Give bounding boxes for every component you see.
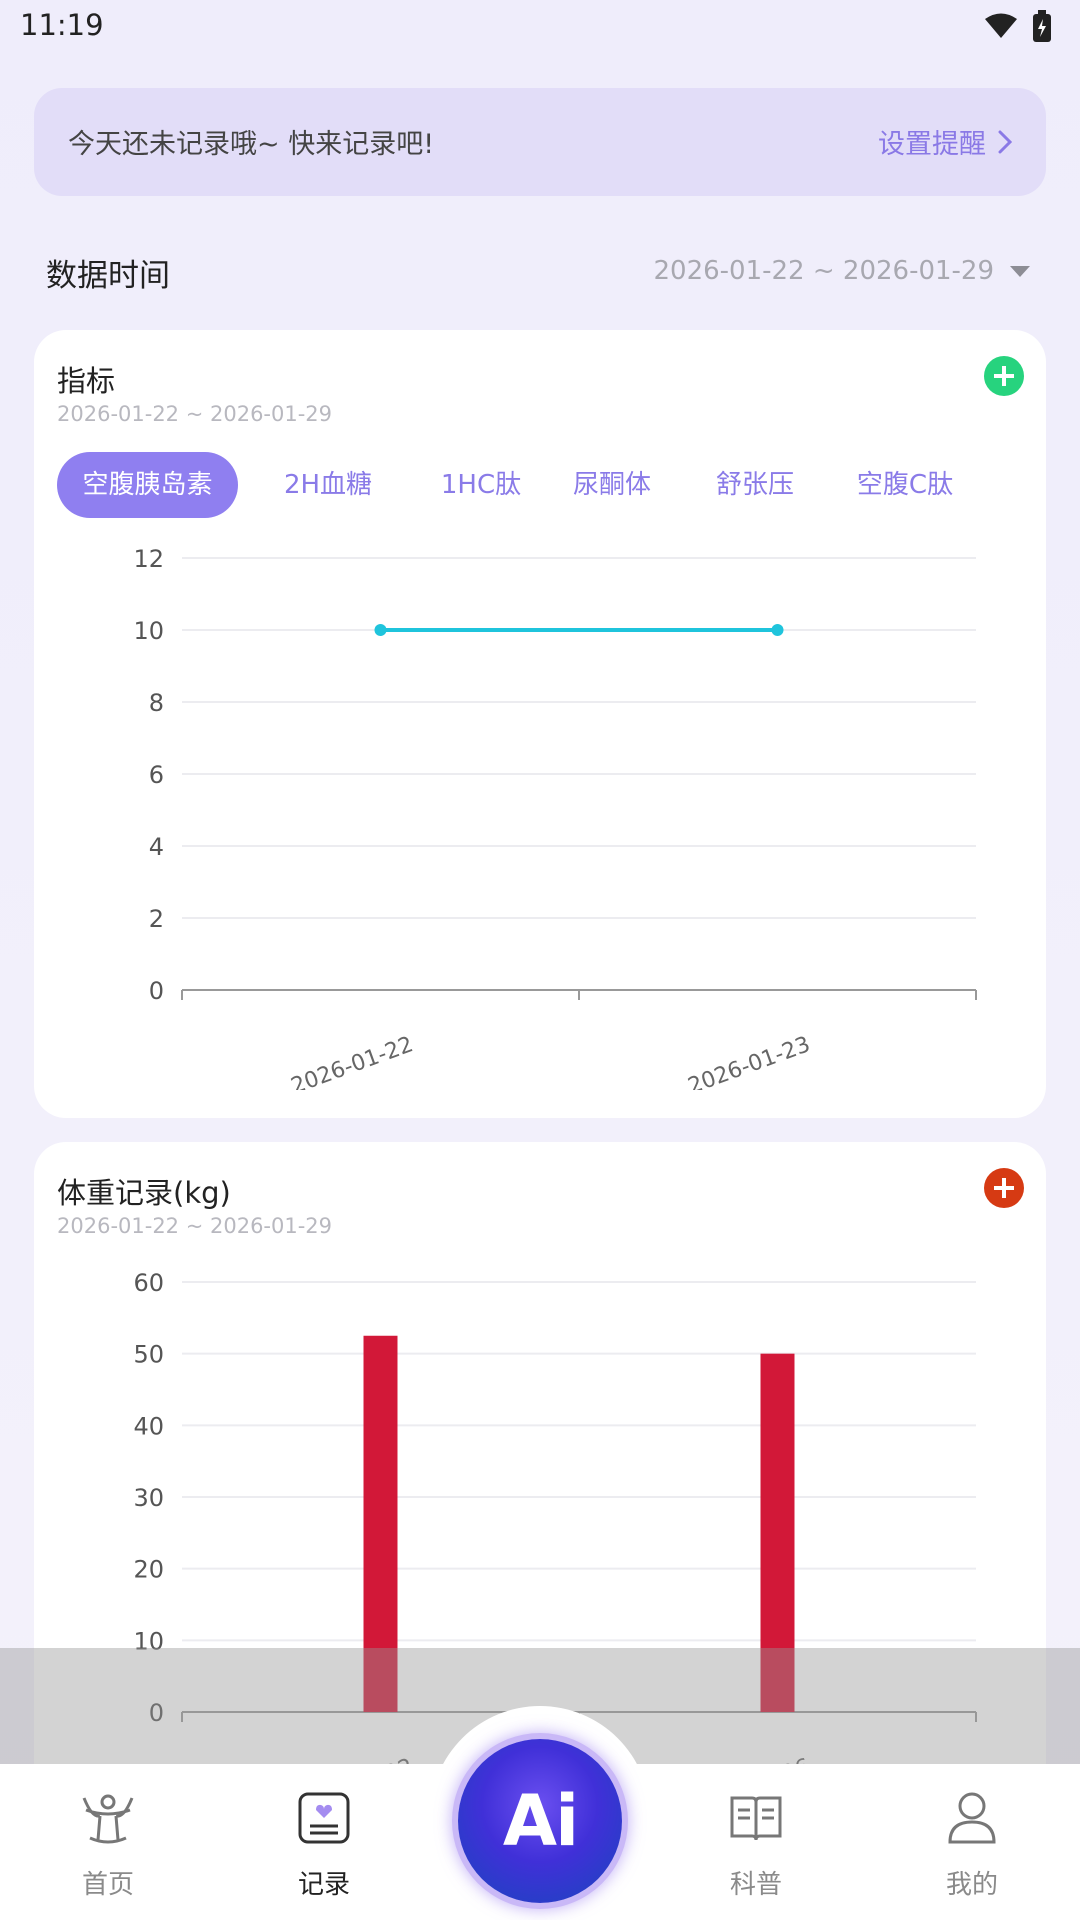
tab-fasting-insulin[interactable]: 空腹胰岛素 — [57, 452, 238, 518]
battery-icon — [1033, 10, 1051, 42]
date-range-value: 2026-01-22 ~ 2026-01-29 — [653, 256, 994, 286]
data-point — [771, 624, 784, 636]
tab-diastolic[interactable]: 舒张压 — [680, 452, 830, 518]
status-time: 11:19 — [20, 8, 104, 42]
tab-1h-c-peptide[interactable]: 1HC肽 — [418, 452, 544, 518]
data-time-label: 数据时间 — [46, 258, 170, 294]
y-tick-label: 50 — [133, 1341, 164, 1369]
y-tick-label: 12 — [133, 545, 164, 573]
x-tick-label: 2026-01-22 — [288, 1032, 417, 1090]
indicators-title: 指标 — [57, 364, 116, 398]
chevron-right-icon — [998, 130, 1012, 153]
y-tick-label: 60 — [133, 1269, 164, 1297]
y-tick-label: 0 — [149, 977, 164, 1005]
tab-2h-glucose[interactable]: 2H血糖 — [238, 452, 418, 518]
indicator-line-chart: 0 2 4 6 8 10 12 2026-01-22 2026-01-23 — [133, 545, 977, 1090]
add-weight-button[interactable] — [984, 1168, 1024, 1208]
nav-item-profile[interactable]: 我的 — [912, 1788, 1032, 1901]
wifi-icon — [985, 13, 1017, 38]
y-tick-label: 6 — [149, 761, 164, 789]
y-tick-label: 4 — [149, 833, 164, 861]
caret-down-icon — [1010, 265, 1030, 277]
x-tick-label: 2026-01-23 — [685, 1032, 814, 1090]
reminder-banner: 今天还未记录哦~ 快来记录吧! 设置提醒 — [34, 88, 1046, 196]
y-tick-label: 40 — [133, 1412, 164, 1440]
y-tick-label: 20 — [133, 1556, 164, 1584]
status-bar: 11:19 — [0, 0, 1080, 52]
y-tick-label: 8 — [149, 689, 164, 717]
book-icon — [730, 1796, 782, 1841]
nav-item-science[interactable]: 科普 — [696, 1788, 816, 1901]
nav-label-profile: 我的 — [945, 1870, 998, 1900]
nav-item-home[interactable]: 首页 — [48, 1788, 168, 1901]
set-reminder-link[interactable]: 设置提醒 — [878, 122, 1012, 161]
nav-label-record: 记录 — [297, 1870, 350, 1900]
indicator-tabs: 空腹胰岛素 2H血糖 1HC肽 尿酮体 舒张压 空腹C肽 — [57, 452, 980, 518]
ai-assistant-button[interactable]: Ai — [458, 1739, 622, 1903]
nav-label-science: 科普 — [729, 1870, 782, 1900]
reminder-text: 今天还未记录哦~ 快来记录吧! — [68, 129, 435, 160]
add-indicator-button[interactable] — [984, 356, 1024, 396]
tab-fasting-c-peptide[interactable]: 空腹C肽 — [830, 452, 980, 518]
indicators-card: 指标 2026-01-22 ~ 2026-01-29 空腹胰岛素 2H血糖 1H… — [34, 330, 1046, 1118]
weight-date-range: 2026-01-22 ~ 2026-01-29 — [57, 1214, 333, 1238]
date-range-select[interactable]: 2026-01-22 ~ 2026-01-29 — [653, 256, 1030, 286]
data-point — [374, 624, 387, 636]
nav-label-home: 首页 — [81, 1870, 134, 1900]
record-icon — [298, 1792, 350, 1844]
user-icon — [948, 1792, 996, 1844]
y-tick-label: 30 — [133, 1484, 164, 1512]
weight-title: 体重记录(kg) — [57, 1176, 231, 1210]
nav-item-record[interactable]: 记录 — [264, 1788, 384, 1901]
body-icon — [82, 1794, 134, 1844]
tab-urine-ketone[interactable]: 尿酮体 — [544, 452, 680, 518]
y-tick-label: 2 — [149, 905, 164, 933]
ai-label: Ai — [502, 1780, 579, 1862]
y-tick-label: 10 — [133, 617, 164, 645]
indicators-date-range: 2026-01-22 ~ 2026-01-29 — [57, 402, 333, 426]
status-icons — [984, 10, 1052, 42]
set-reminder-label: 设置提醒 — [878, 129, 986, 160]
